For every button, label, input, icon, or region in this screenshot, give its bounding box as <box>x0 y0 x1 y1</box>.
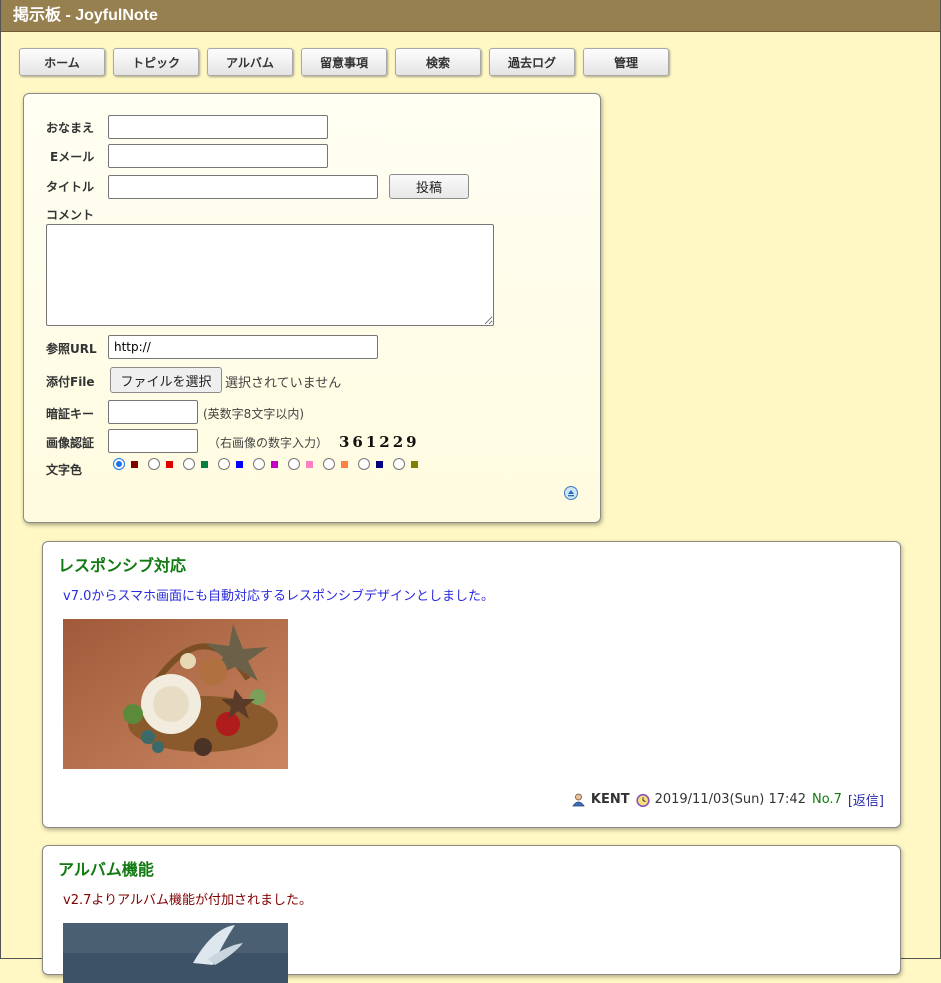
captcha-image: 361229 <box>339 433 420 451</box>
color-radio[interactable] <box>113 458 125 470</box>
menu-admin-button[interactable]: 管理 <box>583 48 669 76</box>
captcha-note: （右画像の数字入力） <box>208 436 329 450</box>
post-datetime: 2019/11/03(Sun) 17:42 <box>654 792 806 807</box>
comment-label: コメント <box>46 208 95 222</box>
color-radio[interactable] <box>253 458 265 470</box>
clock-icon <box>635 793 650 807</box>
color-swatch <box>376 460 383 468</box>
color-option[interactable] <box>358 458 383 470</box>
comment-textarea[interactable] <box>46 224 494 326</box>
color-option[interactable] <box>288 458 313 470</box>
post-body: v7.0からスマホ画面にも自動対応するレスポンシブデザインとしました。 <box>63 589 494 604</box>
password-label: 暗証キー <box>46 407 95 421</box>
email-input[interactable] <box>108 144 328 168</box>
color-option[interactable] <box>148 458 173 470</box>
color-swatch <box>411 460 418 468</box>
menu-album-button[interactable]: アルバム <box>207 48 293 76</box>
menu-past-log-button[interactable]: 過去ログ <box>489 48 575 76</box>
main-menu: ホーム トピック アルバム 留意事項 検索 過去ログ 管理 <box>19 48 669 76</box>
post-author: KENT <box>590 792 630 807</box>
title-label: タイトル <box>46 180 95 194</box>
password-note: (英数字8文字以内) <box>203 407 304 421</box>
color-option[interactable] <box>218 458 243 470</box>
reply-link[interactable]: [返信] <box>848 790 884 809</box>
captcha-label: 画像認証 <box>46 436 95 450</box>
post-title: レスポンシブ対応 <box>58 556 187 575</box>
color-radio[interactable] <box>218 458 230 470</box>
post-number: No.7 <box>811 792 842 807</box>
color-radio[interactable] <box>183 458 195 470</box>
color-option[interactable] <box>113 458 138 470</box>
color-radio[interactable] <box>358 458 370 470</box>
email-label: Eメール <box>50 150 95 164</box>
color-swatch <box>166 460 173 468</box>
color-radio[interactable] <box>323 458 335 470</box>
color-swatch <box>271 460 278 468</box>
post-form: おなまえ Eメール タイトル 投稿 コメント 参照URL 添付File ファイル… <box>23 93 601 523</box>
color-radio[interactable] <box>148 458 160 470</box>
color-option[interactable] <box>253 458 278 470</box>
post-card: レスポンシブ対応 v7.0からスマホ画面にも自動対応するレスポンシブデザインとし… <box>42 541 901 828</box>
color-radio[interactable] <box>288 458 300 470</box>
password-input[interactable] <box>108 400 198 424</box>
color-swatch <box>306 460 313 468</box>
post-body: v2.7よりアルバム機能が付加されました。 <box>63 893 312 908</box>
menu-home-button[interactable]: ホーム <box>19 48 105 76</box>
name-input[interactable] <box>108 115 328 139</box>
color-swatch <box>131 460 138 468</box>
file-status: 選択されていません <box>225 376 342 391</box>
window-title: 掲示板 - JoyfulNote <box>1 0 940 32</box>
color-swatch <box>236 460 243 468</box>
menu-search-button[interactable]: 検索 <box>395 48 481 76</box>
color-option[interactable] <box>323 458 348 470</box>
url-label: 参照URL <box>46 342 97 356</box>
post-image[interactable] <box>63 619 288 769</box>
post-title: アルバム機能 <box>58 860 154 879</box>
color-label: 文字色 <box>46 463 83 477</box>
text-color-options <box>113 458 428 470</box>
color-radio[interactable] <box>393 458 405 470</box>
scroll-top-icon[interactable] <box>564 486 578 500</box>
user-icon <box>572 793 585 807</box>
post-image[interactable] <box>63 923 288 983</box>
submit-button[interactable]: 投稿 <box>389 174 469 199</box>
captcha-input[interactable] <box>108 429 198 453</box>
color-swatch <box>341 460 348 468</box>
color-option[interactable] <box>183 458 208 470</box>
color-option[interactable] <box>393 458 418 470</box>
post-meta: KENT 2019/11/03(Sun) 17:42 No.7 [返信] <box>572 790 884 809</box>
menu-topic-button[interactable]: トピック <box>113 48 199 76</box>
file-label: 添付File <box>46 375 95 389</box>
file-select-button[interactable]: ファイルを選択 <box>110 367 222 393</box>
menu-notes-button[interactable]: 留意事項 <box>301 48 387 76</box>
title-input[interactable] <box>108 175 378 199</box>
post-card: アルバム機能 v2.7よりアルバム機能が付加されました。 <box>42 845 901 983</box>
name-label: おなまえ <box>46 121 95 135</box>
url-input[interactable] <box>108 335 378 359</box>
color-swatch <box>201 460 208 468</box>
